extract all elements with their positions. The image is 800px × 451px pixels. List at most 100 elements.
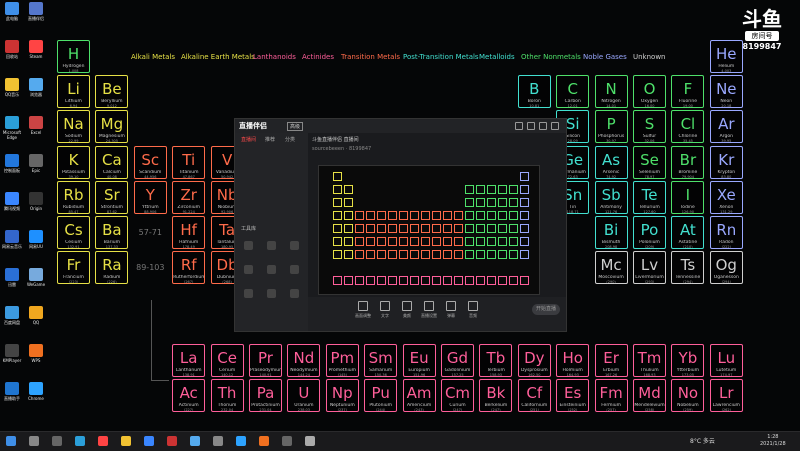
element-u[interactable]: U Uranium 238.03 bbox=[287, 379, 321, 413]
taskbar-app-icon[interactable] bbox=[29, 436, 39, 446]
element-bk[interactable]: Bk Berkelium (247) bbox=[479, 379, 513, 413]
element-hf[interactable]: Hf Hafnium 178.49 bbox=[172, 216, 206, 249]
element-nd[interactable]: Nd Neodymium 144.24 bbox=[287, 344, 321, 377]
taskbar-app-icon[interactable] bbox=[121, 436, 131, 446]
obs-badge[interactable]: 高级 bbox=[287, 122, 304, 131]
element-i[interactable]: I Iodine 126.90 bbox=[671, 180, 705, 214]
element-ho[interactable]: Ho Holmium 164.93 bbox=[556, 344, 590, 377]
tool-button-2[interactable] bbox=[262, 241, 280, 251]
element-tm[interactable]: Tm Thulium 168.93 bbox=[633, 344, 666, 377]
desktop-icon[interactable]: 网易UU bbox=[25, 230, 47, 249]
element-lv[interactable]: Lv Livermorium (293) bbox=[633, 251, 666, 285]
desktop-icon[interactable]: 迅雷 bbox=[1, 268, 23, 287]
element-fr[interactable]: Fr Francium (223) bbox=[57, 251, 90, 285]
obs-bottom-button[interactable]: 文字 bbox=[376, 301, 394, 319]
tool-button-7[interactable] bbox=[239, 289, 257, 299]
element-pa[interactable]: Pa Protactinium 231.04 bbox=[249, 379, 282, 413]
element-as[interactable]: As Arsenic 74.92 bbox=[594, 145, 628, 179]
desktop-icon[interactable]: 直播助手 bbox=[1, 382, 23, 401]
element-er[interactable]: Er Erbium 167.26 bbox=[594, 344, 628, 377]
element-rf[interactable]: Rf Rutherfordium (267) bbox=[172, 251, 206, 285]
obs-bottom-button[interactable]: 弹幕 bbox=[442, 301, 460, 319]
element-gd[interactable]: Gd Gadolinium 157.25 bbox=[441, 344, 474, 377]
desktop-icon[interactable]: 控制面板 bbox=[1, 154, 23, 173]
close-icon[interactable] bbox=[551, 122, 559, 130]
tool-button-8[interactable] bbox=[262, 289, 280, 299]
desktop-icon[interactable]: QQ bbox=[25, 306, 47, 325]
element-mg[interactable]: Mg Magnesium 24.305 bbox=[95, 110, 129, 144]
clock[interactable]: 1:28 2021/1/28 bbox=[760, 434, 786, 448]
minimize-icon[interactable] bbox=[527, 122, 535, 130]
taskbar-app-icon[interactable] bbox=[167, 436, 177, 446]
maximize-icon[interactable] bbox=[539, 122, 547, 130]
settings-icon[interactable] bbox=[515, 122, 523, 130]
element-f[interactable]: F Fluorine 19.00 bbox=[671, 75, 705, 109]
element-ca[interactable]: Ca Calcium 40.08 bbox=[95, 145, 129, 179]
desktop-icon[interactable]: Chrome bbox=[25, 382, 47, 401]
element-te[interactable]: Te Tellurium 127.60 bbox=[633, 180, 666, 214]
element-zr[interactable]: Zr Zirconium 91.224 bbox=[172, 180, 206, 214]
element-ne[interactable]: Ne Neon 20.18 bbox=[709, 75, 743, 109]
element-la[interactable]: La Lanthanum 138.91 bbox=[172, 344, 206, 377]
element-pr[interactable]: Pr Praseodymium 140.91 bbox=[249, 344, 282, 377]
element-sb[interactable]: Sb Antimony 121.76 bbox=[594, 180, 628, 214]
element-md[interactable]: Md Mendelevium (258) bbox=[633, 379, 666, 413]
taskbar-app-icon[interactable] bbox=[213, 436, 223, 446]
obs-bottom-button[interactable]: 直播设置 bbox=[420, 301, 438, 319]
element-no[interactable]: No Nobelium (259) bbox=[671, 379, 705, 413]
desktop-icon[interactable]: 腾讯视频 bbox=[1, 192, 23, 211]
element-cf[interactable]: Cf Californium (251) bbox=[517, 379, 551, 413]
obs-window[interactable]: 直播伴侣 高级 直播间 推荐 分类 工具库 斗鱼直播伴侣 直播间 sourceb… bbox=[234, 118, 567, 332]
element-np[interactable]: Np Neptunium (237) bbox=[325, 379, 359, 413]
element-lu[interactable]: Lu Lutetium 174.97 bbox=[709, 344, 743, 377]
element-rn[interactable]: Rn Radon (222) bbox=[709, 216, 743, 249]
element-k[interactable]: K Potassium 39.10 bbox=[57, 145, 90, 179]
element-o[interactable]: O Oxygen 16.00 bbox=[633, 75, 666, 109]
element-th[interactable]: Th Thorium 232.04 bbox=[210, 379, 244, 413]
obs-bottom-button[interactable]: 画面调整 bbox=[354, 301, 372, 319]
element-n[interactable]: N Nitrogen 14.01 bbox=[594, 75, 628, 109]
element-fm[interactable]: Fm Fermium (257) bbox=[594, 379, 628, 413]
element-ar[interactable]: Ar Argon 39.95 bbox=[709, 110, 743, 144]
taskbar-app-icon[interactable] bbox=[6, 436, 16, 446]
element-s[interactable]: S Sulfur 32.06 bbox=[633, 110, 666, 144]
element-kr[interactable]: Kr Krypton 83.80 bbox=[709, 145, 743, 179]
taskbar-app-icon[interactable] bbox=[52, 436, 62, 446]
desktop-icon[interactable]: 百度网盘 bbox=[1, 306, 23, 325]
taskbar-app-icon[interactable] bbox=[259, 436, 269, 446]
element-ba[interactable]: Ba Barium 137.33 bbox=[95, 216, 129, 249]
desktop-icon[interactable]: Excel bbox=[25, 116, 47, 135]
element-am[interactable]: Am Americium (243) bbox=[402, 379, 436, 413]
element-pu[interactable]: Pu Plutonium (244) bbox=[364, 379, 398, 413]
taskbar-app-icon[interactable] bbox=[98, 436, 108, 446]
element-ra[interactable]: Ra Radium (226) bbox=[95, 251, 129, 285]
tab-room[interactable]: 直播间 bbox=[241, 136, 256, 143]
tool-button-9[interactable] bbox=[285, 289, 303, 299]
tool-button-1[interactable] bbox=[239, 241, 257, 251]
element-ac[interactable]: Ac Actinium (227) bbox=[172, 379, 206, 413]
desktop-icon[interactable]: KMPlayer bbox=[1, 344, 23, 363]
desktop-icon[interactable]: 浏览器 bbox=[25, 78, 47, 97]
tab-recommend[interactable]: 推荐 bbox=[265, 136, 275, 143]
element-rb[interactable]: Rb Rubidium 85.47 bbox=[57, 180, 90, 214]
element-tb[interactable]: Tb Terbium 158.93 bbox=[479, 344, 513, 377]
element-cl[interactable]: Cl Chlorine 35.45 bbox=[671, 110, 705, 144]
desktop-icon[interactable]: 直播伴侣 bbox=[25, 2, 47, 21]
desktop-icon[interactable]: 网易云音乐 bbox=[1, 230, 23, 249]
element-ce[interactable]: Ce Cerium 140.12 bbox=[210, 344, 244, 377]
element-es[interactable]: Es Einsteinium (252) bbox=[556, 379, 590, 413]
taskbar-app-icon[interactable] bbox=[282, 436, 292, 446]
element-b[interactable]: B Boron 10.81 bbox=[517, 75, 551, 109]
tool-button-6[interactable] bbox=[285, 265, 303, 275]
element-sr[interactable]: Sr Strontium 87.62 bbox=[95, 180, 129, 214]
element-he[interactable]: He Helium 4.003 bbox=[709, 40, 743, 73]
element-at[interactable]: At Astatine (210) bbox=[671, 216, 705, 249]
stream-preview[interactable] bbox=[318, 165, 540, 295]
element-pm[interactable]: Pm Promethium (145) bbox=[325, 344, 359, 377]
element-na[interactable]: Na Sodium 22.99 bbox=[57, 110, 90, 144]
element-bi[interactable]: Bi Bismuth 208.98 bbox=[594, 216, 628, 249]
obs-titlebar[interactable]: 直播伴侣 高级 bbox=[235, 119, 566, 133]
desktop-icon[interactable]: WPS bbox=[25, 344, 47, 363]
element-ti[interactable]: Ti Titanium 47.867 bbox=[172, 145, 206, 179]
element-sm[interactable]: Sm Samarium 150.36 bbox=[364, 344, 398, 377]
